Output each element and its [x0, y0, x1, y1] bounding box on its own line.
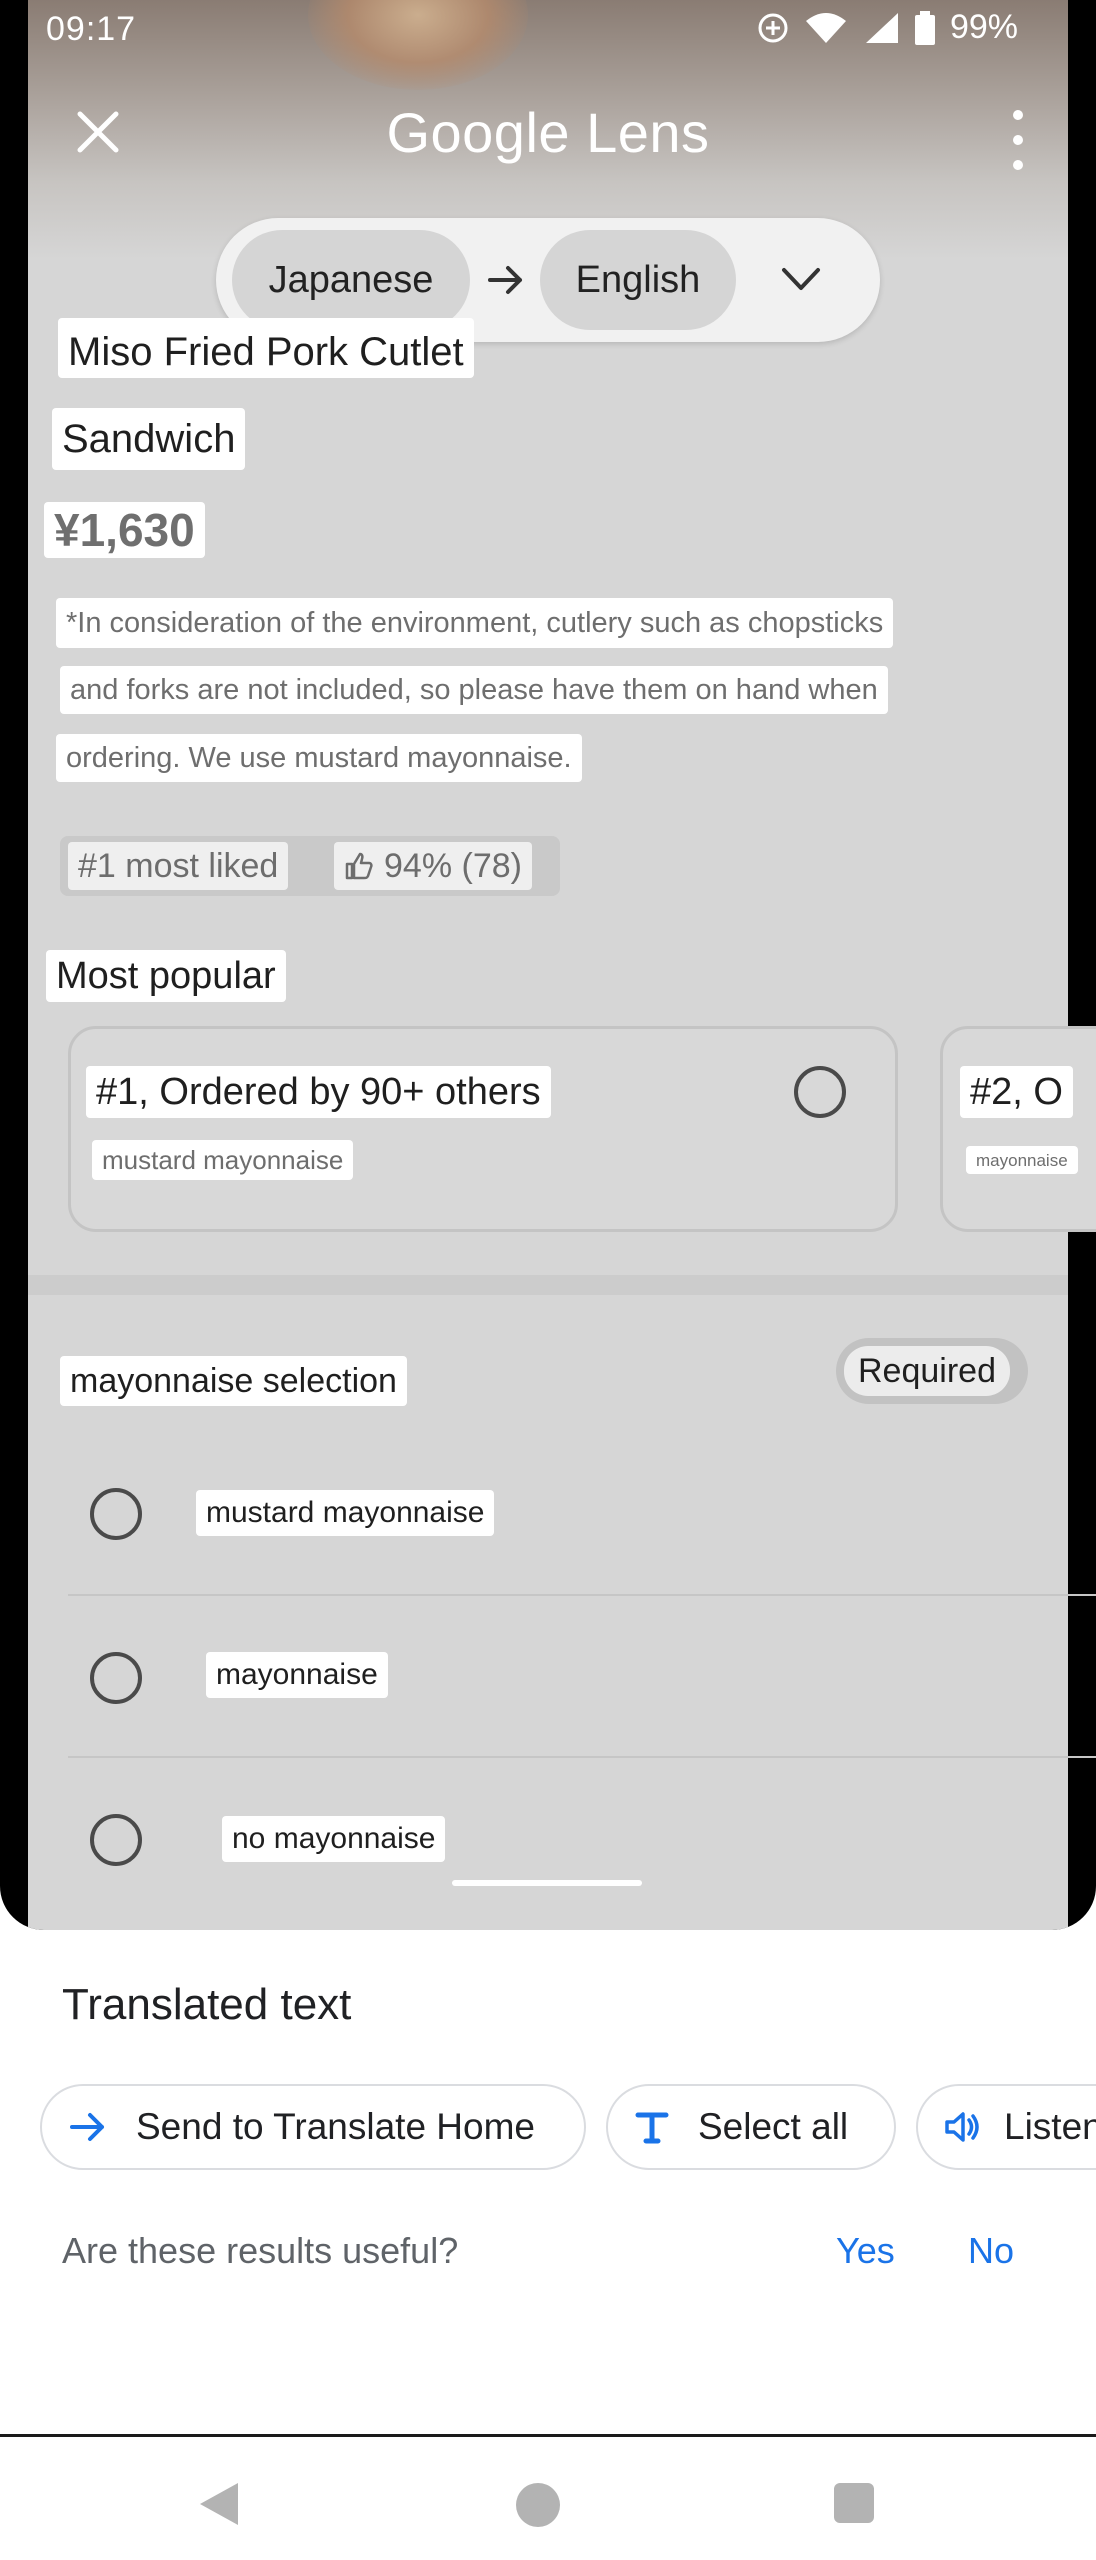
- speaker-icon: [945, 2112, 979, 2142]
- send-to-translate-button[interactable]: Send to Translate Home: [40, 2084, 586, 2170]
- camera-viewport: 09:17 99% Google Lens Japanese English M…: [0, 0, 1096, 1930]
- back-nav-icon[interactable]: [196, 2479, 242, 2529]
- option-divider: [68, 1594, 1096, 1596]
- option-radio[interactable]: [90, 1814, 142, 1866]
- battery-icon: [914, 10, 936, 45]
- text-icon: [635, 2112, 669, 2144]
- rank-badge: #1 most liked: [68, 842, 289, 890]
- chevron-down-icon[interactable]: [776, 258, 826, 302]
- signal-icon: [862, 11, 900, 45]
- arrow-right-icon: [488, 266, 522, 294]
- wifi-icon: [804, 11, 848, 45]
- feedback-yes-button[interactable]: Yes: [836, 2230, 895, 2272]
- item-price: ¥1,630: [44, 502, 205, 558]
- status-time: 09:17: [46, 10, 137, 48]
- arrow-right-icon: [70, 2113, 104, 2141]
- more-options-button[interactable]: [1008, 110, 1028, 170]
- likes-value: 94% (78): [384, 847, 522, 885]
- listen-label: Listen: [1004, 2106, 1096, 2147]
- popular-card-subtitle: mustard mayonnaise: [92, 1140, 354, 1180]
- item-title-line2: Sandwich: [52, 408, 246, 470]
- popular-card-subtitle: mayonnaise: [966, 1146, 1078, 1174]
- most-popular-heading: Most popular: [46, 950, 286, 1002]
- source-language-button[interactable]: Japanese: [232, 230, 470, 330]
- lens-toolbar: Google Lens: [28, 70, 1068, 200]
- status-icons: 99%: [756, 8, 1018, 47]
- option-radio[interactable]: [90, 1652, 142, 1704]
- option-radio[interactable]: [90, 1488, 142, 1540]
- home-nav-icon[interactable]: [516, 2483, 560, 2527]
- popular-card-title: #1, Ordered by 90+ others: [86, 1066, 551, 1118]
- popular-option-card[interactable]: [68, 1026, 898, 1232]
- description-line: ordering. We use mustard mayonnaise.: [56, 734, 582, 782]
- item-title-line1: Miso Fried Pork Cutlet: [58, 318, 474, 378]
- lens-screen: 09:17 99% Google Lens Japanese English M…: [0, 0, 1096, 2560]
- feedback-question: Are these results useful?: [62, 2230, 459, 2271]
- feedback-no-button[interactable]: No: [968, 2230, 1014, 2272]
- section-divider: [28, 1275, 1068, 1295]
- option-label: mustard mayonnaise: [196, 1490, 495, 1536]
- select-all-button[interactable]: Select all: [606, 2084, 896, 2170]
- listen-button[interactable]: Listen: [916, 2084, 1096, 2170]
- required-badge: Required: [844, 1346, 1010, 1396]
- description-line: and forks are not included, so please ha…: [60, 666, 888, 714]
- select-all-label: Select all: [698, 2106, 849, 2147]
- battery-percent: 99%: [949, 8, 1018, 46]
- option-divider: [68, 1756, 1096, 1758]
- popular-option-card[interactable]: [940, 1026, 1096, 1232]
- mayonnaise-section-heading: mayonnaise selection: [60, 1356, 407, 1406]
- option-label: mayonnaise: [206, 1652, 388, 1698]
- target-language-button[interactable]: English: [540, 230, 736, 330]
- send-to-translate-label: Send to Translate Home: [136, 2106, 535, 2147]
- popular-card-title: #2, O: [960, 1066, 1073, 1118]
- thumbs-up-icon: [345, 852, 373, 880]
- navigation-bar: [0, 2434, 1096, 2560]
- likes-badge: 94% (78): [334, 842, 532, 890]
- app-title: Google Lens: [386, 101, 710, 164]
- description-line: *In consideration of the environment, cu…: [56, 598, 894, 648]
- more-options-icon: [1013, 110, 1023, 120]
- results-bottom-sheet: Translated text Send to Translate Home S…: [0, 1930, 1096, 2434]
- popular-card-radio[interactable]: [794, 1066, 846, 1118]
- sheet-title: Translated text: [62, 1980, 352, 2029]
- recents-nav-icon[interactable]: [834, 2483, 874, 2523]
- option-label: no mayonnaise: [222, 1816, 446, 1862]
- status-bar: 09:17 99%: [0, 0, 1096, 58]
- data-saver-icon: [756, 11, 790, 45]
- sheet-drag-handle[interactable]: [452, 1880, 642, 1886]
